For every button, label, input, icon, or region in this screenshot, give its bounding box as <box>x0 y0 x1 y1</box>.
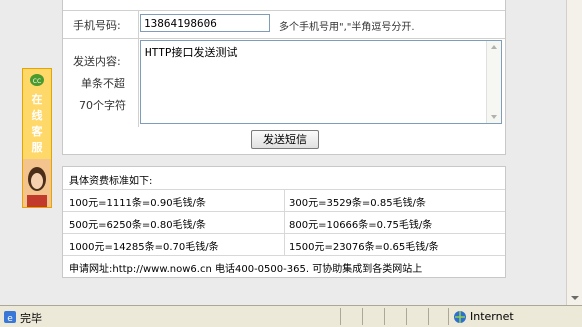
service-char: 客 <box>31 125 43 138</box>
pricing-footer-row: 申请网址:http://www.now6.cn 电话400-0500-365. … <box>63 255 505 277</box>
phone-input[interactable] <box>140 14 270 32</box>
cell-divider <box>284 233 285 255</box>
status-divider <box>448 308 449 325</box>
browser-viewport: 手机号码: 多个手机号用","半角逗号分开. 发送内容: 单条不超 70个字符 … <box>0 0 566 305</box>
phone-hint: 多个手机号用","半角逗号分开. <box>279 22 415 33</box>
status-bar: e 完毕 Internet <box>0 305 582 327</box>
chat-bubble-icon: CC <box>30 74 44 86</box>
pricing-title: 具体资费标准如下: <box>69 176 153 187</box>
service-char: 在 <box>31 93 43 106</box>
table-row: 100元=1111条=0.90毛钱/条 300元=3529条=0.85毛钱/条 <box>63 189 505 212</box>
table-row: 500元=6250条=0.80毛钱/条 800元=10666条=0.75毛钱/条 <box>63 211 505 234</box>
textarea-scrollbar[interactable] <box>486 41 501 123</box>
status-divider <box>406 308 407 325</box>
price-cell: 500元=6250条=0.80毛钱/条 <box>69 220 206 231</box>
status-divider <box>384 308 385 325</box>
phone-label: 手机号码: <box>73 19 121 32</box>
scroll-arrows-icon <box>491 45 497 119</box>
content-text: HTTP接口发送测试 <box>145 46 238 59</box>
cell-divider <box>284 211 285 233</box>
svg-text:CC: CC <box>33 78 41 85</box>
svg-text:e: e <box>7 314 13 324</box>
pricing-title-row: 具体资费标准如下: <box>63 167 505 190</box>
content-note-2: 70个字符 <box>79 99 126 112</box>
status-divider <box>428 308 429 325</box>
status-text: 完毕 <box>20 312 42 325</box>
content-textarea[interactable]: HTTP接口发送测试 <box>140 40 502 124</box>
pricing-footer: 申请网址:http://www.now6.cn 电话400-0500-365. … <box>69 264 423 275</box>
service-char: 线 <box>31 109 43 122</box>
status-divider <box>362 308 363 325</box>
content-label: 发送内容: <box>73 55 121 68</box>
table-row: 1000元=14285条=0.70毛钱/条 1500元=23076条=0.65毛… <box>63 233 505 256</box>
ie-page-icon: e <box>4 311 16 324</box>
price-cell: 100元=1111条=0.90毛钱/条 <box>69 198 206 209</box>
phone-row: 手机号码: 多个手机号用","半角逗号分开. <box>63 10 505 39</box>
online-service-widget[interactable]: CC 在 线 客 服 <box>22 68 52 208</box>
status-divider <box>340 308 341 325</box>
price-cell: 300元=3529条=0.85毛钱/条 <box>289 198 426 209</box>
price-cell: 800元=10666条=0.75毛钱/条 <box>289 220 433 231</box>
price-cell: 1500元=23076条=0.65毛钱/条 <box>289 242 439 253</box>
cell-divider <box>284 189 285 211</box>
scroll-arrows-icon <box>571 296 579 300</box>
zone-label: Internet <box>470 310 514 323</box>
pricing-table: 具体资费标准如下: 100元=1111条=0.90毛钱/条 300元=3529条… <box>62 166 506 278</box>
service-char: 服 <box>31 141 43 154</box>
page-scrollbar[interactable] <box>566 0 582 305</box>
service-agent-avatar <box>23 159 51 207</box>
send-sms-button[interactable]: 发送短信 <box>251 130 319 149</box>
form-divider <box>138 10 139 127</box>
globe-icon <box>454 311 466 323</box>
price-cell: 1000元=14285条=0.70毛钱/条 <box>69 242 219 253</box>
sms-form: 手机号码: 多个手机号用","半角逗号分开. 发送内容: 单条不超 70个字符 … <box>62 0 506 155</box>
content-note-1: 单条不超 <box>81 77 125 90</box>
